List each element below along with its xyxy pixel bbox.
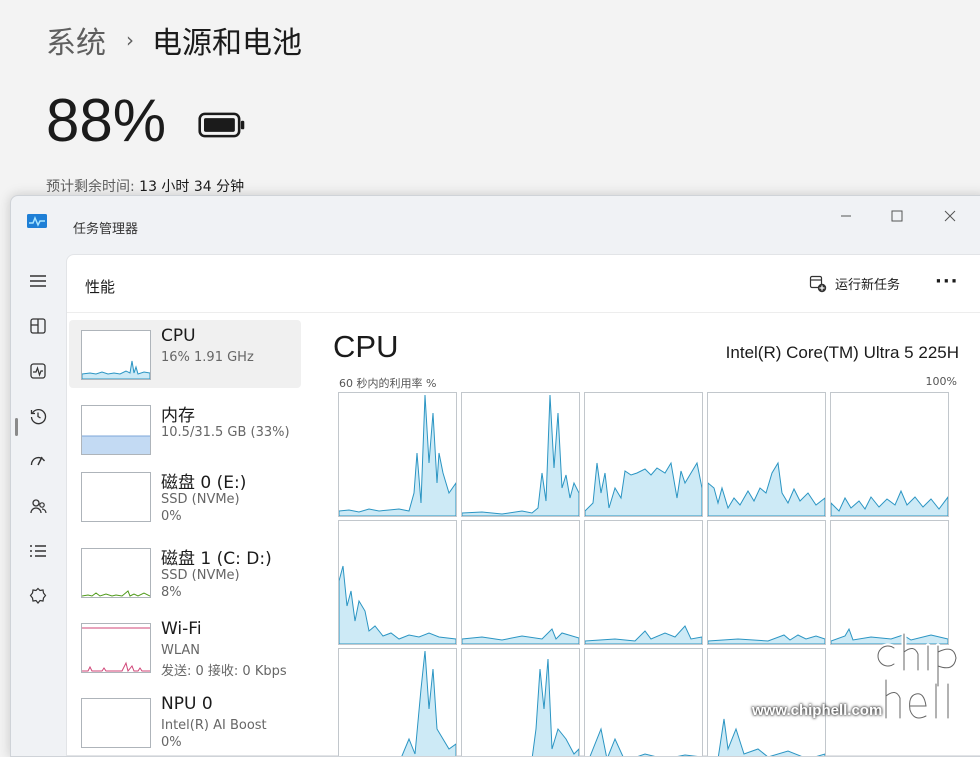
memory-thumbnail-graph <box>81 405 151 455</box>
breadcrumb: 系统 › 电源和电池 <box>46 18 302 62</box>
details-icon <box>30 545 46 557</box>
resource-name: NPU 0 <box>161 694 213 714</box>
disk0-thumbnail-graph <box>81 472 151 522</box>
hamburger-menu-button[interactable] <box>25 268 51 294</box>
resource-usage: 0% <box>161 509 182 524</box>
nav-processes[interactable] <box>25 313 51 339</box>
resource-name: Wi-Fi <box>161 619 202 639</box>
nav-startup-apps[interactable] <box>25 448 51 474</box>
page-title: 性能 <box>85 278 116 296</box>
core-graph <box>584 520 703 645</box>
breadcrumb-parent[interactable]: 系统 <box>46 18 106 62</box>
utilization-axis-max: 100% <box>925 375 957 388</box>
resource-item-cpu[interactable]: CPU 16% 1.91 GHz <box>69 320 301 388</box>
core-graph <box>584 392 703 517</box>
battery-percentage: 88% <box>46 87 167 154</box>
core-graph <box>584 648 703 756</box>
title-bar[interactable]: 任务管理器 <box>11 196 980 240</box>
performance-page: 性能 运行新任务 ··· CPU 16% 1.91 GHz 内存 10.5/31… <box>66 254 980 756</box>
resource-item-disk1[interactable]: 磁盘 1 (C: D:) SSD (NVMe) 8% <box>69 538 301 606</box>
resource-detail: SSD (NVMe) <box>161 492 240 507</box>
run-new-task-button[interactable]: 运行新任务 <box>809 274 900 293</box>
resource-detail: SSD (NVMe) <box>161 568 240 583</box>
nav-selection-indicator <box>15 418 18 436</box>
maximize-button[interactable] <box>877 202 917 230</box>
resource-item-memory[interactable]: 内存 10.5/31.5 GB (33%) <box>69 395 301 463</box>
core-graph <box>338 392 457 517</box>
resource-item-disk0[interactable]: 磁盘 0 (E:) SSD (NVMe) 0% <box>69 462 301 530</box>
resource-detail: WLAN <box>161 643 201 658</box>
resource-name: 磁盘 0 (E:) <box>161 473 247 493</box>
core-graph <box>461 648 580 756</box>
npu-thumbnail-graph <box>81 698 151 748</box>
battery-remaining-time: 预计剩余时间: 13 小时 34 分钟 <box>46 176 244 196</box>
task-manager-app-icon <box>27 214 47 228</box>
battery-icon <box>198 112 245 138</box>
breadcrumb-current: 电源和电池 <box>152 26 302 61</box>
resource-usage: 0% <box>161 735 182 750</box>
remaining-value: 13 小时 34 分钟 <box>139 179 245 195</box>
core-graph <box>338 648 457 756</box>
cpu-thumbnail-graph <box>81 330 151 380</box>
utilization-axis-label: 60 秒内的利用率 % <box>339 377 437 390</box>
performance-icon <box>30 363 46 379</box>
services-icon <box>29 587 47 604</box>
nav-services[interactable] <box>25 583 51 609</box>
nav-users[interactable] <box>25 493 51 519</box>
resource-usage: 发送: 0 接收: 0 Kbps <box>161 664 287 679</box>
resource-item-wifi[interactable]: Wi-Fi WLAN 发送: 0 接收: 0 Kbps <box>69 613 301 681</box>
detail-title: CPU <box>333 329 399 364</box>
nav-performance[interactable] <box>25 358 51 384</box>
wifi-thumbnail-graph <box>81 623 151 673</box>
processes-icon <box>30 318 46 334</box>
resource-item-npu0[interactable]: NPU 0 Intel(R) AI Boost 0% <box>69 688 301 756</box>
users-icon <box>30 499 47 514</box>
maximize-icon <box>891 210 903 222</box>
resource-detail: 10.5/31.5 GB (33%) <box>161 425 290 440</box>
startup-icon <box>30 456 46 466</box>
core-graph <box>461 392 580 517</box>
minimize-icon <box>841 215 851 217</box>
minimize-button[interactable] <box>826 202 866 230</box>
hamburger-icon <box>30 275 46 287</box>
nav-details[interactable] <box>25 538 51 564</box>
cpu-model-name: Intel(R) Core(TM) Ultra 5 225H <box>725 343 959 362</box>
remaining-label: 预计剩余时间: <box>46 179 135 195</box>
close-icon <box>944 210 956 222</box>
resource-usage: 8% <box>161 585 182 600</box>
page-header: 性能 运行新任务 ··· <box>67 255 980 313</box>
core-graph <box>707 392 826 517</box>
resource-name: CPU <box>161 326 196 346</box>
window-title: 任务管理器 <box>73 222 139 237</box>
resource-name: 内存 <box>161 406 195 426</box>
task-manager-window: 任务管理器 性能 运行新任务 ··· CPU 16% 1.91 GHz 内存 1… <box>10 195 980 757</box>
nav-app-history[interactable] <box>25 403 51 429</box>
breadcrumb-separator: › <box>126 28 134 52</box>
run-new-task-label: 运行新任务 <box>835 278 901 293</box>
resource-name: 磁盘 1 (C: D:) <box>161 549 272 569</box>
core-graph <box>707 520 826 645</box>
close-button[interactable] <box>930 202 970 230</box>
resource-detail: 16% 1.91 GHz <box>161 350 254 365</box>
more-options-button[interactable]: ··· <box>935 271 959 292</box>
watermark-url: www.chiphell.com <box>752 702 883 719</box>
core-graph <box>830 520 949 645</box>
core-graph <box>461 520 580 645</box>
run-new-task-icon <box>809 275 827 292</box>
core-graph <box>338 520 457 645</box>
resource-detail: Intel(R) AI Boost <box>161 718 267 733</box>
history-icon <box>30 409 47 425</box>
chiphell-logo <box>876 631 959 721</box>
core-graph <box>830 392 949 517</box>
disk1-thumbnail-graph <box>81 548 151 598</box>
